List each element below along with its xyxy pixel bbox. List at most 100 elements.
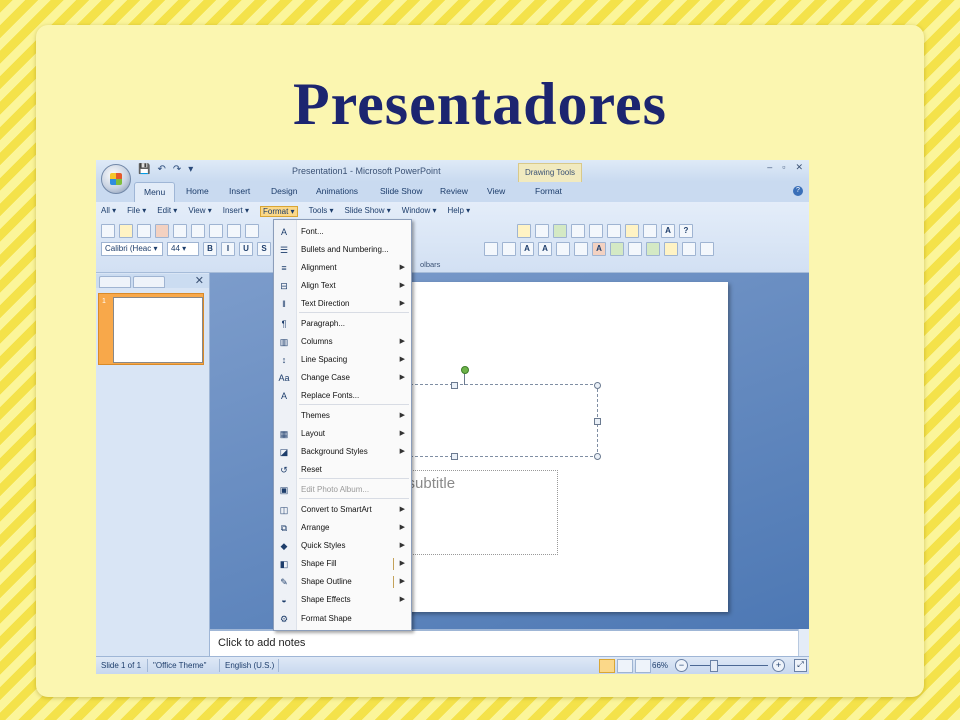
menu-edit[interactable]: Edit ▾: [157, 206, 177, 217]
office-button[interactable]: [101, 164, 131, 194]
save-icon[interactable]: 💾: [138, 164, 150, 175]
slide-sorter-button[interactable]: [617, 659, 633, 673]
zoom-level[interactable]: 66%: [652, 661, 668, 670]
print-preview-icon[interactable]: [191, 223, 205, 238]
redo-icon[interactable]: ↷: [173, 164, 181, 175]
font-color-icon[interactable]: A: [592, 241, 606, 256]
menu-item-replace-fonts[interactable]: A Replace Fonts...: [274, 387, 411, 405]
customize-qat-icon[interactable]: ▾: [188, 164, 193, 175]
menu-item-columns[interactable]: ▥ Columns ▶: [274, 333, 411, 351]
copy-icon[interactable]: [245, 223, 259, 238]
animation-icon[interactable]: [628, 241, 642, 256]
line-color-icon[interactable]: [682, 241, 696, 256]
language[interactable]: English (U.S.): [225, 661, 274, 670]
menu-item-reset[interactable]: ↺ Reset: [274, 461, 411, 479]
undo-icon[interactable]: ↶: [157, 164, 165, 175]
menu-file[interactable]: File ▾: [127, 206, 146, 217]
shadow-effect-icon[interactable]: [700, 241, 714, 256]
open-icon[interactable]: [119, 223, 133, 238]
notes-pane[interactable]: Click to add notes: [210, 629, 799, 658]
shrink-font-icon[interactable]: A: [538, 241, 552, 256]
tab-animations[interactable]: Animations: [316, 186, 358, 196]
menu-item-shape-outline[interactable]: ✎ Shape Outline ▶: [274, 573, 411, 591]
resize-handle[interactable]: [594, 382, 601, 389]
menu-item-alignment[interactable]: ≡ Alignment ▶: [274, 259, 411, 277]
menu-item-themes[interactable]: Themes ▶: [274, 407, 411, 425]
increase-indent-icon[interactable]: [574, 241, 588, 256]
menu-all[interactable]: All ▾: [101, 206, 116, 217]
fill-color-icon[interactable]: [664, 241, 678, 256]
resize-handle[interactable]: [594, 418, 601, 425]
slide-layout-icon[interactable]: [643, 223, 657, 238]
tab-view[interactable]: View: [487, 186, 505, 196]
menu-view[interactable]: View ▾: [188, 206, 211, 217]
menu-item-shape-effects[interactable]: ◒ Shape Effects ▶: [274, 591, 411, 609]
rotation-handle[interactable]: [461, 366, 469, 374]
bold-button[interactable]: B: [203, 241, 217, 256]
resize-handle[interactable]: [594, 453, 601, 460]
zoom-out-button[interactable]: −: [675, 659, 688, 672]
menu-item-edit-photo-album[interactable]: ▣ Edit Photo Album...: [274, 481, 411, 499]
font-name-dropdown[interactable]: Calibri (Heac ▾: [101, 241, 163, 256]
minimize-button[interactable]: –: [767, 162, 772, 173]
slide-show-button[interactable]: [635, 659, 651, 673]
zoom-in-button[interactable]: +: [772, 659, 785, 672]
insert-table-icon[interactable]: [535, 223, 549, 238]
menu-window[interactable]: Window ▾: [402, 206, 437, 217]
zoom-icon[interactable]: [607, 223, 621, 238]
permission-icon[interactable]: [155, 223, 169, 238]
decrease-indent-icon[interactable]: [556, 241, 570, 256]
print-icon[interactable]: [173, 223, 187, 238]
tab-outline[interactable]: [133, 276, 165, 288]
menu-item-change-case[interactable]: Aa Change Case ▶: [274, 369, 411, 387]
menu-item-arrange[interactable]: ⧉ Arrange ▶: [274, 519, 411, 537]
tab-menu[interactable]: Menu: [134, 182, 176, 202]
menu-insert[interactable]: Insert ▾: [223, 206, 249, 217]
cut-icon[interactable]: [227, 223, 241, 238]
tab-home[interactable]: Home: [186, 186, 209, 196]
color-icon[interactable]: [553, 223, 567, 238]
normal-view-button[interactable]: [599, 659, 615, 673]
tab-format[interactable]: Format: [535, 186, 562, 196]
grid-icon[interactable]: [589, 223, 603, 238]
fit-to-window-icon[interactable]: ⤢: [794, 659, 807, 672]
shape-fill-toolbar-icon[interactable]: [646, 241, 660, 256]
menu-item-text-direction[interactable]: ‖ Text Direction ▶: [274, 295, 411, 313]
menu-tools[interactable]: Tools ▾: [309, 206, 334, 217]
italic-button[interactable]: I: [221, 241, 235, 256]
menu-item-paragraph[interactable]: ¶ Paragraph...: [274, 315, 411, 333]
help-toolbar-icon[interactable]: ?: [679, 223, 693, 238]
maximize-button[interactable]: ▫: [782, 162, 785, 173]
menu-item-line-spacing[interactable]: ↕ Line Spacing ▶: [274, 351, 411, 369]
show-formatting-icon[interactable]: [571, 223, 585, 238]
menu-item-format-shape[interactable]: ⚙ Format Shape: [274, 610, 411, 628]
insert-chart-icon[interactable]: [517, 223, 531, 238]
menu-item-quick-styles[interactable]: ◆ Quick Styles ▶: [274, 537, 411, 555]
zoom-slider[interactable]: [690, 665, 768, 666]
tab-slides[interactable]: [99, 276, 131, 288]
resize-handle[interactable]: [451, 453, 458, 460]
help-icon[interactable]: ?: [793, 186, 803, 196]
numbering-icon[interactable]: [484, 241, 498, 256]
underline-button[interactable]: U: [239, 241, 253, 256]
tab-design[interactable]: Design: [271, 186, 297, 196]
font-size-dropdown[interactable]: 44 ▾: [167, 241, 199, 256]
research-icon[interactable]: [209, 223, 223, 238]
grow-font-icon[interactable]: A: [520, 241, 534, 256]
menu-item-layout[interactable]: ▦ Layout ▶: [274, 425, 411, 443]
shadow-button[interactable]: S: [257, 241, 271, 256]
theme-name[interactable]: "Office Theme": [153, 661, 206, 670]
menu-format[interactable]: Format ▾: [260, 206, 298, 217]
menu-item-bullets-and-numbering[interactable]: ☰ Bullets and Numbering...: [274, 241, 411, 259]
close-button[interactable]: ✕: [795, 162, 803, 173]
vertical-scrollbar[interactable]: [798, 629, 809, 656]
menu-help[interactable]: Help ▾: [447, 206, 470, 217]
menu-slide-show[interactable]: Slide Show ▾: [345, 206, 391, 217]
new-slide-icon[interactable]: [625, 223, 639, 238]
menu-item-align-text[interactable]: ⊟ Align Text ▶: [274, 277, 411, 295]
new-icon[interactable]: [101, 223, 115, 238]
tab-insert[interactable]: Insert: [229, 186, 250, 196]
menu-item-background-styles[interactable]: ◪ Background Styles ▶: [274, 443, 411, 461]
menu-item-convert-to-smartart[interactable]: ◫ Convert to SmartArt ▶: [274, 501, 411, 519]
tab-review[interactable]: Review: [440, 186, 468, 196]
